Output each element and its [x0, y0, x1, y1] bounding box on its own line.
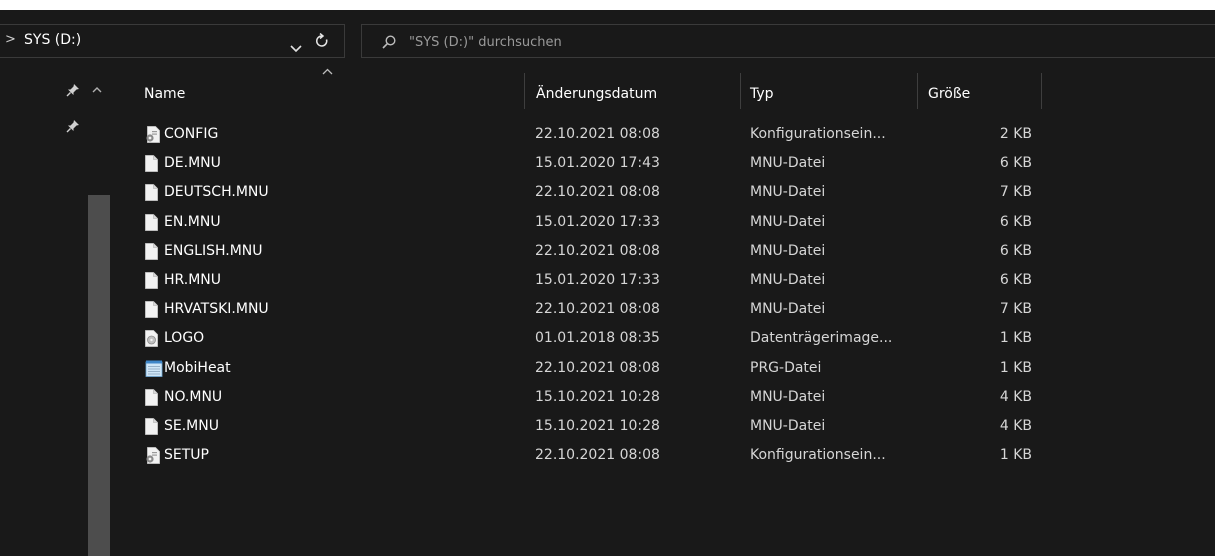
file-name: CONFIG [164, 126, 219, 142]
file-date: 22.10.2021 08:08 [535, 184, 660, 201]
column-header-date[interactable]: Änderungsdatum [528, 71, 740, 111]
file-type: MNU-Datei [750, 213, 826, 230]
notepad-file-icon [145, 360, 163, 377]
file-name: NO.MNU [164, 388, 223, 405]
file-type: MNU-Datei [750, 418, 826, 434]
file-row[interactable]: SETUP 22.10.2021 08:08 Konfigurationsein..… [112, 441, 1112, 470]
file-row[interactable]: MobiHeat 22.10.2021 08:08 PRG-Datei 1 KB [112, 354, 1112, 383]
file-type: MNU-Datei [750, 155, 826, 172]
file-row[interactable]: EN.MNU 15.01.2020 17:33 MNU-Datei 6 KB [112, 208, 1112, 237]
file-size: 1 KB [999, 447, 1032, 464]
breadcrumb-chevron-icon[interactable]: > [5, 32, 16, 47]
pin-icon[interactable] [66, 119, 80, 137]
breadcrumb-location[interactable]: SYS (D:) [24, 32, 81, 48]
file-date: 15.10.2021 10:28 [535, 418, 660, 434]
column-header-row: Name Änderungsdatum Typ Größe [112, 68, 1215, 111]
file-name: SE.MNU [164, 418, 219, 434]
blank-file-icon [145, 388, 158, 406]
file-row[interactable]: HR.MNU 15.01.2020 17:33 MNU-Datei 6 KB [112, 266, 1112, 295]
file-size: 7 KB [999, 184, 1032, 201]
blank-file-icon [145, 213, 158, 231]
file-name: HRVATSKI.MNU [164, 301, 269, 318]
file-date: 22.10.2021 08:08 [535, 126, 660, 142]
refresh-icon[interactable] [315, 32, 329, 53]
blank-file-icon [145, 272, 158, 289]
file-date: 22.10.2021 08:08 [535, 447, 660, 464]
blank-file-icon [145, 155, 158, 173]
column-divider[interactable] [524, 73, 525, 109]
file-type: MNU-Datei [750, 388, 826, 405]
file-type: MNU-Datei [750, 184, 826, 201]
file-date: 15.10.2021 10:28 [535, 388, 660, 405]
file-row[interactable]: SE.MNU 15.10.2021 10:28 MNU-Datei 4 KB [112, 412, 1112, 441]
file-size: 1 KB [999, 359, 1032, 376]
pin-icon[interactable] [66, 83, 80, 101]
file-type: MNU-Datei [750, 272, 826, 288]
file-date: 15.01.2020 17:43 [535, 155, 660, 172]
file-size: 4 KB [999, 388, 1032, 405]
navigation-pane [0, 71, 112, 556]
file-type: Konfigurationsein... [750, 447, 886, 464]
file-date: 01.01.2018 08:35 [535, 330, 660, 347]
blank-file-icon [145, 301, 158, 319]
file-size: 6 KB [999, 272, 1032, 288]
search-box[interactable] [361, 24, 1215, 59]
file-type: PRG-Datei [750, 359, 822, 376]
column-header-size[interactable]: Größe [920, 71, 1040, 111]
chevron-down-icon[interactable] [290, 38, 302, 57]
file-name: ENGLISH.MNU [164, 242, 263, 259]
column-header-type[interactable]: Typ [742, 71, 917, 111]
file-type: MNU-Datei [750, 242, 826, 259]
file-type: Datenträgerimage... [750, 330, 893, 347]
file-name: HR.MNU [164, 272, 222, 288]
file-type: MNU-Datei [750, 301, 826, 318]
file-name: EN.MNU [164, 213, 221, 230]
config-file-icon [145, 126, 160, 143]
file-name: MobiHeat [164, 359, 231, 376]
file-type: Konfigurationsein... [750, 126, 886, 142]
blank-file-icon [145, 418, 158, 435]
address-bar[interactable]: > SYS (D:) [0, 24, 345, 58]
file-date: 15.01.2020 17:33 [535, 272, 660, 288]
search-input[interactable] [407, 25, 1191, 59]
blank-file-icon [145, 184, 158, 202]
column-divider[interactable] [740, 73, 741, 109]
file-name: DEUTSCH.MNU [164, 184, 269, 201]
file-date: 22.10.2021 08:08 [535, 242, 660, 259]
file-date: 22.10.2021 08:08 [535, 359, 660, 376]
scroll-up-icon[interactable] [92, 83, 102, 96]
window-top-strip [0, 0, 1215, 10]
file-size: 6 KB [999, 155, 1032, 172]
file-row[interactable]: LOGO 01.01.2018 08:35 Datenträgerimage... 1… [112, 324, 1112, 353]
file-row[interactable]: DE.MNU 15.01.2020 17:43 MNU-Datei 6 KB [112, 149, 1112, 178]
disc-image-icon [145, 330, 158, 348]
config-file-icon [145, 447, 160, 465]
column-divider[interactable] [1041, 73, 1042, 109]
file-date: 15.01.2020 17:33 [535, 213, 660, 230]
file-size: 4 KB [999, 418, 1032, 434]
file-name: SETUP [164, 447, 209, 464]
file-row[interactable]: HRVATSKI.MNU 22.10.2021 08:08 MNU-Datei 7 K… [112, 295, 1112, 324]
file-row[interactable]: NO.MNU 15.10.2021 10:28 MNU-Datei 4 KB [112, 383, 1112, 412]
file-row[interactable]: ENGLISH.MNU 22.10.2021 08:08 MNU-Datei 6 KB [112, 237, 1112, 266]
file-size: 2 KB [999, 126, 1032, 142]
column-header-name[interactable]: Name [136, 71, 524, 111]
file-size: 6 KB [999, 242, 1032, 259]
file-row[interactable]: DEUTSCH.MNU 22.10.2021 08:08 MNU-Datei 7 KB [112, 178, 1112, 207]
file-name: LOGO [164, 330, 205, 347]
file-date: 22.10.2021 08:08 [535, 301, 660, 318]
blank-file-icon [145, 242, 158, 260]
nav-scrollbar-thumb[interactable] [88, 195, 110, 556]
address-toolbar: > SYS (D:) [0, 10, 1215, 71]
file-size: 1 KB [999, 330, 1032, 347]
file-list: Name Änderungsdatum Typ Größe CONFIG 22.1… [112, 68, 1215, 556]
search-icon [382, 34, 396, 53]
column-divider[interactable] [917, 73, 918, 109]
file-name: DE.MNU [164, 155, 221, 172]
file-size: 6 KB [999, 213, 1032, 230]
file-row[interactable]: CONFIG 22.10.2021 08:08 Konfigurationsein.… [112, 120, 1112, 149]
file-size: 7 KB [999, 301, 1032, 318]
